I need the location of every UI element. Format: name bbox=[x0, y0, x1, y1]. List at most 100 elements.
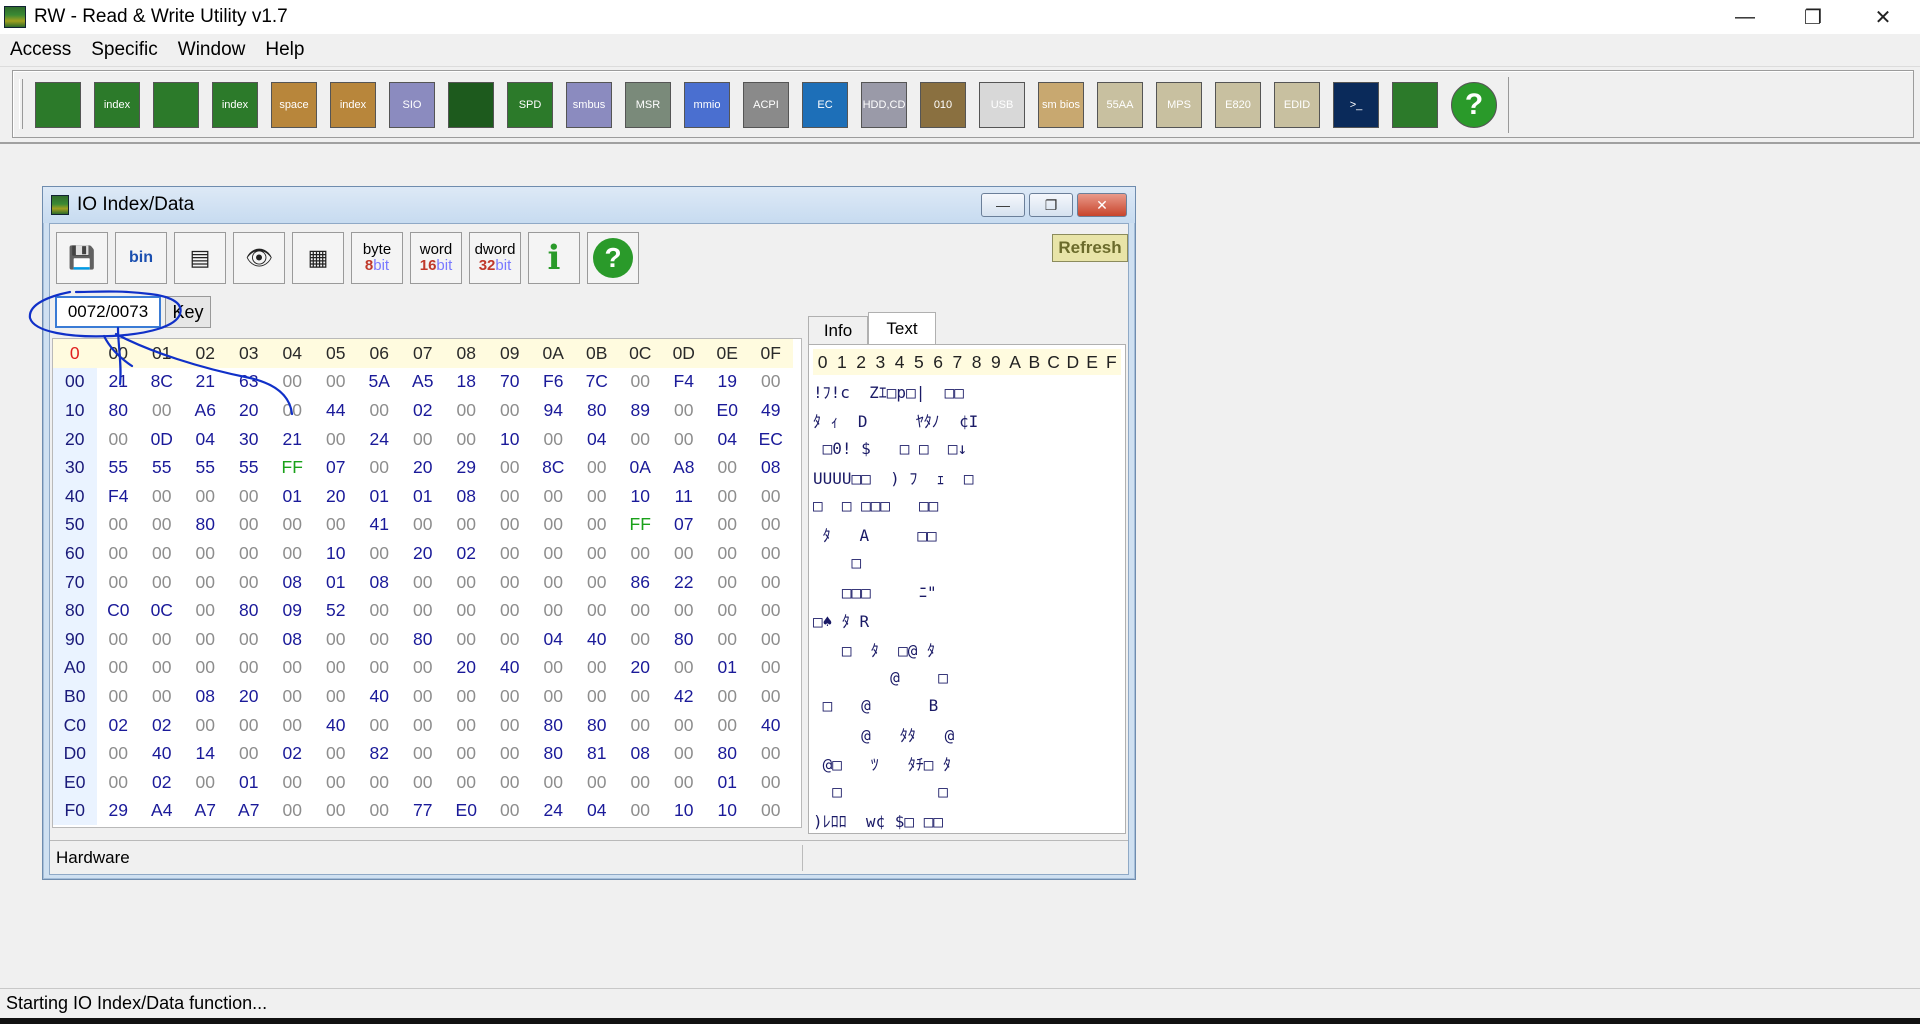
hex-cell[interactable]: 00 bbox=[619, 768, 663, 797]
toolbar-acpi-button[interactable]: ACPI bbox=[737, 77, 795, 133]
close-button[interactable]: ✕ bbox=[1848, 0, 1918, 34]
hex-cell[interactable]: 80 bbox=[575, 711, 619, 740]
tab-text[interactable]: Text bbox=[868, 312, 936, 344]
hex-cell[interactable]: 80 bbox=[575, 396, 619, 425]
hex-cell[interactable]: 00 bbox=[97, 539, 141, 568]
hex-cell[interactable]: 7C bbox=[575, 368, 619, 397]
hex-cell[interactable]: 00 bbox=[749, 596, 793, 625]
hex-cell[interactable]: 8C bbox=[532, 453, 576, 482]
hex-cell[interactable]: A8 bbox=[662, 453, 706, 482]
hex-cell[interactable]: 04 bbox=[575, 797, 619, 826]
hex-cell[interactable]: 00 bbox=[488, 768, 532, 797]
hex-cell[interactable]: 02 bbox=[271, 739, 315, 768]
hex-cell[interactable]: FF bbox=[271, 453, 315, 482]
hex-cell[interactable]: 86 bbox=[619, 568, 663, 597]
hex-cell[interactable]: 00 bbox=[358, 625, 402, 654]
hex-cell[interactable]: 01 bbox=[358, 482, 402, 511]
io-minimize-button[interactable]: — bbox=[981, 193, 1025, 217]
hex-cell[interactable]: 00 bbox=[401, 711, 445, 740]
hex-cell[interactable]: 24 bbox=[532, 797, 576, 826]
hex-cell[interactable]: 04 bbox=[706, 425, 750, 454]
hex-cell[interactable]: 80 bbox=[97, 396, 141, 425]
minimize-button[interactable]: — bbox=[1710, 0, 1780, 34]
hex-cell[interactable]: 41 bbox=[358, 511, 402, 540]
hex-cell[interactable]: 80 bbox=[706, 739, 750, 768]
hex-cell[interactable]: 02 bbox=[140, 768, 184, 797]
hex-cell[interactable]: 00 bbox=[662, 654, 706, 683]
hex-cell[interactable]: 00 bbox=[706, 625, 750, 654]
hex-cell[interactable]: 01 bbox=[706, 654, 750, 683]
hex-cell[interactable]: 00 bbox=[619, 596, 663, 625]
io-window-icon[interactable] bbox=[51, 195, 69, 215]
hex-cell[interactable]: 00 bbox=[488, 711, 532, 740]
hex-cell[interactable]: 00 bbox=[619, 711, 663, 740]
hex-cell[interactable]: 00 bbox=[749, 539, 793, 568]
hex-cell[interactable]: 00 bbox=[749, 625, 793, 654]
hex-cell[interactable]: 00 bbox=[184, 654, 228, 683]
hex-cell[interactable]: 01 bbox=[271, 482, 315, 511]
hex-cell[interactable]: 08 bbox=[184, 682, 228, 711]
menu-specific[interactable]: Specific bbox=[81, 39, 168, 61]
hex-cell[interactable]: 20 bbox=[401, 539, 445, 568]
hex-cell[interactable]: 00 bbox=[271, 768, 315, 797]
hex-cell[interactable]: 08 bbox=[271, 568, 315, 597]
key-button[interactable]: Key bbox=[165, 296, 211, 328]
hex-cell[interactable]: 77 bbox=[401, 797, 445, 826]
hex-cell[interactable]: 00 bbox=[271, 654, 315, 683]
hex-cell[interactable]: 20 bbox=[314, 482, 358, 511]
hex-cell[interactable]: 80 bbox=[662, 625, 706, 654]
hex-cell[interactable]: 00 bbox=[184, 596, 228, 625]
hex-cell[interactable]: 00 bbox=[184, 568, 228, 597]
hex-cell[interactable]: 00 bbox=[749, 797, 793, 826]
toolbar-oscilloscope-button[interactable] bbox=[442, 77, 500, 133]
hex-cell[interactable]: FF bbox=[619, 511, 663, 540]
hex-cell[interactable]: 10 bbox=[314, 539, 358, 568]
hex-cell[interactable]: 00 bbox=[532, 482, 576, 511]
hex-cell[interactable]: 00 bbox=[227, 482, 271, 511]
hex-cell[interactable]: 00 bbox=[575, 596, 619, 625]
menu-help[interactable]: Help bbox=[255, 39, 314, 61]
io-load-button[interactable]: ▤ bbox=[174, 232, 226, 284]
hex-cell[interactable]: 00 bbox=[445, 511, 489, 540]
hex-cell[interactable]: 22 bbox=[662, 568, 706, 597]
hex-cell[interactable]: 49 bbox=[749, 396, 793, 425]
hex-cell[interactable]: 00 bbox=[749, 482, 793, 511]
hex-cell[interactable]: 00 bbox=[575, 511, 619, 540]
hex-cell[interactable]: 00 bbox=[662, 539, 706, 568]
hex-cell[interactable]: 00 bbox=[488, 453, 532, 482]
hex-cell[interactable]: 00 bbox=[575, 568, 619, 597]
toolbar-usb-button[interactable]: USB bbox=[973, 77, 1031, 133]
hex-cell[interactable]: 00 bbox=[401, 682, 445, 711]
hex-cell[interactable]: F6 bbox=[532, 368, 576, 397]
hex-cell[interactable]: 80 bbox=[401, 625, 445, 654]
hex-cell[interactable]: 20 bbox=[619, 654, 663, 683]
hex-cell[interactable]: 00 bbox=[488, 511, 532, 540]
hex-cell[interactable]: 00 bbox=[271, 511, 315, 540]
hex-cell[interactable]: 00 bbox=[445, 568, 489, 597]
io-byte-8bit-button[interactable]: byte 8bit bbox=[351, 232, 403, 284]
hex-cell[interactable]: 00 bbox=[662, 396, 706, 425]
hex-cell[interactable]: 00 bbox=[488, 682, 532, 711]
io-grid-button[interactable]: ▦ bbox=[292, 232, 344, 284]
io-info-button[interactable]: i bbox=[528, 232, 580, 284]
hex-cell[interactable]: F4 bbox=[97, 482, 141, 511]
hex-cell[interactable]: 00 bbox=[184, 625, 228, 654]
toolbar-sio-button[interactable]: SIO bbox=[383, 77, 441, 133]
hex-cell[interactable]: 08 bbox=[619, 739, 663, 768]
io-find-button[interactable]: 👁 bbox=[233, 232, 285, 284]
hex-cell[interactable]: 55 bbox=[97, 453, 141, 482]
toolbar-smbus-button[interactable]: smbus bbox=[560, 77, 618, 133]
hex-cell[interactable]: 00 bbox=[662, 711, 706, 740]
tab-info[interactable]: Info bbox=[808, 316, 868, 344]
index-data-port-field[interactable]: 0072/0073 bbox=[55, 296, 161, 328]
toolbar-edid-button[interactable]: EDID bbox=[1268, 77, 1326, 133]
hex-cell[interactable]: 08 bbox=[358, 568, 402, 597]
hex-cell[interactable]: 00 bbox=[749, 739, 793, 768]
toolbar-help-button[interactable]: ? bbox=[1445, 77, 1503, 133]
hex-cell[interactable]: C0 bbox=[97, 596, 141, 625]
hex-cell[interactable]: 09 bbox=[271, 596, 315, 625]
hex-cell[interactable]: 42 bbox=[662, 682, 706, 711]
hex-cell[interactable]: 02 bbox=[445, 539, 489, 568]
hex-cell[interactable]: 00 bbox=[706, 482, 750, 511]
hex-cell[interactable]: 04 bbox=[532, 625, 576, 654]
